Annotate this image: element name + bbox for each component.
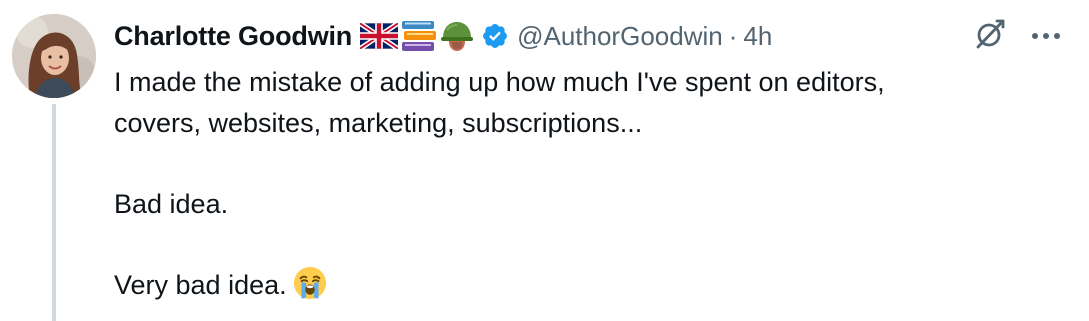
post-text-line-4-wrapper: Very bad idea. bbox=[114, 265, 1074, 312]
uk-flag-icon bbox=[360, 23, 399, 49]
post-text-line-1: I made the mistake of adding up how much… bbox=[114, 67, 885, 97]
thread-line bbox=[52, 104, 56, 321]
author-display-name[interactable]: Charlotte Goodwin bbox=[114, 21, 352, 52]
more-horizontal-icon bbox=[1031, 27, 1061, 45]
grok-button[interactable] bbox=[972, 18, 1008, 54]
post-timestamp[interactable]: 4h bbox=[743, 21, 772, 52]
avatar-column bbox=[12, 14, 96, 321]
post-text-line-4: Very bad idea. bbox=[114, 269, 287, 300]
books-icon bbox=[401, 20, 437, 52]
header-separator: · bbox=[728, 20, 738, 51]
grok-icon bbox=[973, 17, 1007, 56]
avatar[interactable] bbox=[12, 14, 96, 98]
post-text: I made the mistake of adding up how much… bbox=[114, 62, 1074, 311]
verified-badge-icon[interactable] bbox=[481, 22, 509, 50]
post-text-line-3: Bad idea. bbox=[114, 188, 229, 219]
loudly-crying-face-icon bbox=[293, 266, 327, 312]
name-emojis bbox=[360, 20, 474, 52]
military-helmet-icon bbox=[440, 20, 474, 52]
more-options-button[interactable] bbox=[1026, 18, 1066, 54]
post-text-line-2: covers, websites, marketing, subscriptio… bbox=[114, 107, 643, 138]
author-handle[interactable]: @AuthorGoodwin bbox=[517, 21, 723, 52]
post-card[interactable]: Charlotte Goodwin @AuthorGoodwin · 4h I … bbox=[0, 0, 1089, 321]
post-header: Charlotte Goodwin @AuthorGoodwin · 4h bbox=[114, 16, 772, 56]
